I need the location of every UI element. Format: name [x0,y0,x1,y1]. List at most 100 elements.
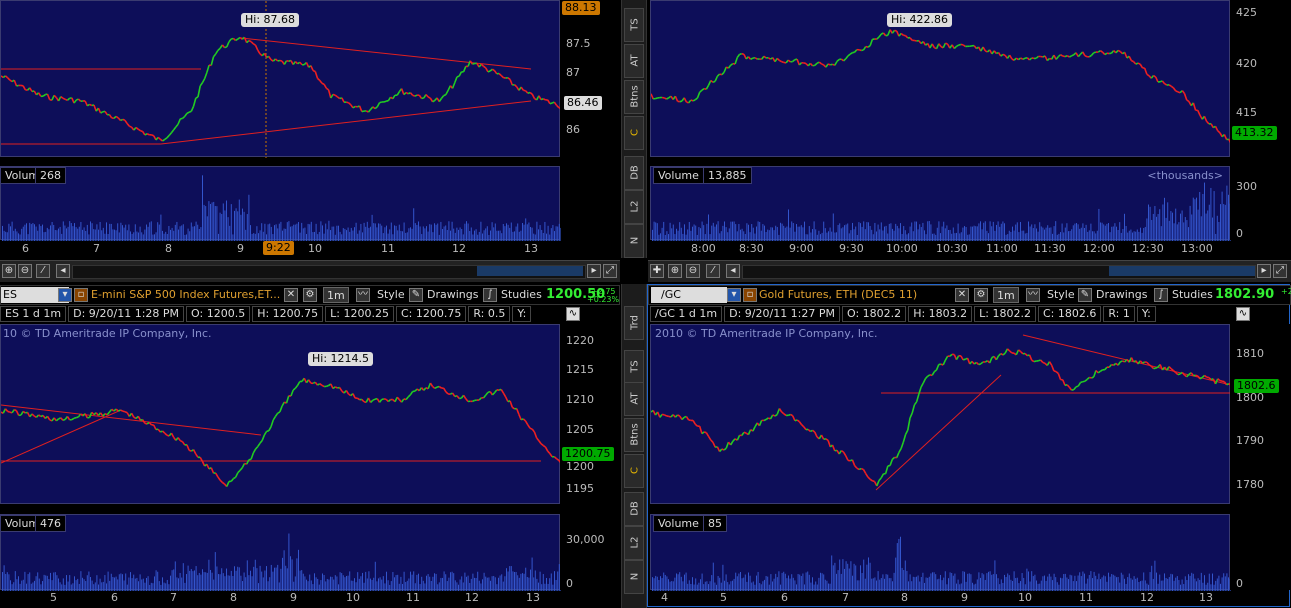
side-button-trd[interactable]: Trd [624,306,644,340]
scroll-left-icon[interactable]: ◂ [726,264,740,278]
period-button[interactable]: 1m [993,287,1019,303]
price-plot[interactable]: Hi: 422.86 [650,0,1232,157]
side-button-c[interactable]: C [624,454,644,488]
drawings-icon[interactable]: ✎ [1078,288,1092,302]
volume-bar [274,567,275,591]
expand-icon[interactable]: ⤢ [1273,264,1287,278]
price-bar [263,430,268,436]
scrollbar-thumb[interactable] [1109,266,1255,276]
expand-icon[interactable]: ⤢ [603,264,617,278]
volume-bar [850,561,852,591]
volume-bar [245,577,247,591]
scroll-right-icon[interactable]: ▸ [587,264,601,278]
volume-bar [214,552,216,591]
side-button-l2[interactable]: L2 [624,526,644,560]
volume-bar [22,226,24,241]
volume-axis: 300 0 [1230,166,1291,240]
side-button-at[interactable]: AT [624,382,644,416]
chart-type-icon[interactable]: ∿ [566,307,580,321]
volume-bar [51,221,53,241]
symbol-dropdown-icon[interactable]: ▾ [727,288,741,302]
settings-icon[interactable]: ⚙ [303,288,317,302]
price-tick: 425 [1236,6,1257,19]
studies-icon[interactable]: ∫ [1154,288,1168,302]
drawings-menu[interactable]: Drawings [427,286,478,304]
price-bar [106,411,111,416]
price-bar [531,93,536,99]
studies-icon[interactable]: ∫ [483,288,497,302]
volume-bar [176,577,178,591]
price-plot[interactable]: Hi: 87.68 [0,0,562,158]
price-bar [1097,370,1101,374]
volume-plot[interactable]: Volume 476 [0,514,562,591]
drawings-menu[interactable]: Drawings [1096,286,1147,304]
tools-icon[interactable]: ✕ [284,288,298,302]
volume-bar [932,572,933,591]
style-menu[interactable]: Style [1047,286,1075,304]
style-menu[interactable]: Style [377,286,405,304]
volume-bar [560,227,562,241]
side-button-l2[interactable]: L2 [624,190,644,224]
volume-bar [365,571,367,591]
tools-icon[interactable]: ✕ [955,288,969,302]
style-icon[interactable]: 〰 [356,288,370,302]
scrollbar-thumb[interactable] [477,266,583,276]
volume-bar [363,222,365,241]
period-button[interactable]: 1m [323,287,349,303]
link-icon[interactable]: ▫ [743,288,757,302]
info-range: R: 1 [1103,306,1135,322]
volume-bar [1013,571,1015,591]
volume-bar [120,573,122,591]
chart-scrollbar[interactable] [742,265,1256,279]
price-plot[interactable]: 10 © TD Ameritrade IP Company, Inc. Hi: … [0,324,562,504]
volume-bar [888,223,890,241]
studies-menu[interactable]: Studies [501,286,542,304]
pencil-icon[interactable]: ⁄ [706,264,720,278]
drawings-icon[interactable]: ✎ [409,288,423,302]
side-button-btns[interactable]: Btns [624,418,644,452]
volume-bar [218,574,219,591]
price-bar [683,97,688,103]
volume-bar [360,576,362,591]
volume-bar [965,226,967,241]
chart-scrollbar[interactable] [72,265,586,279]
side-button-n[interactable]: N [624,224,644,258]
zoom-in-icon[interactable]: ⊕ [2,264,16,278]
pencil-icon[interactable]: ⁄ [36,264,50,278]
volume-bar [422,226,424,241]
chart-type-icon[interactable]: ∿ [1236,307,1250,321]
side-button-ts[interactable]: TS [624,350,644,384]
side-button-db[interactable]: DB [624,156,644,190]
link-icon[interactable]: ▫ [74,288,88,302]
side-button-ts[interactable]: TS [624,8,644,42]
volume-bar [1111,573,1113,591]
style-icon[interactable]: 〰 [1026,288,1040,302]
time-tick: 12 [452,242,466,255]
symbol-dropdown-icon[interactable]: ▾ [58,288,72,302]
price-bar [117,117,122,121]
zoom-out-icon[interactable]: ⊖ [18,264,32,278]
price-bar [120,118,124,122]
price-plot[interactable]: 2010 © TD Ameritrade IP Company, Inc. [650,324,1232,504]
side-button-at[interactable]: AT [624,44,644,78]
price-bar [361,398,365,403]
volume-bar [679,572,681,591]
symbol-field[interactable]: /GC [651,287,727,303]
volume-plot[interactable]: Volume 13,885 <thousands> [650,166,1231,241]
studies-menu[interactable]: Studies [1172,286,1213,304]
price-bar [698,425,703,434]
side-button-db[interactable]: DB [624,492,644,526]
crosshair-icon[interactable]: ✚ [650,264,664,278]
scroll-right-icon[interactable]: ▸ [1257,264,1271,278]
settings-icon[interactable]: ⚙ [974,288,988,302]
time-tick: 9 [961,591,968,604]
side-button-c[interactable]: C [624,116,644,150]
volume-plot[interactable]: Volume 268 [0,166,562,241]
zoom-in-icon[interactable]: ⊕ [668,264,682,278]
side-button-n[interactable]: N [624,560,644,594]
volume-plot[interactable]: Volume 85 [650,514,1231,591]
side-button-btns[interactable]: Btns [624,80,644,114]
zoom-out-icon[interactable]: ⊖ [686,264,700,278]
scroll-left-icon[interactable]: ◂ [56,264,70,278]
price-bar [1168,366,1172,370]
